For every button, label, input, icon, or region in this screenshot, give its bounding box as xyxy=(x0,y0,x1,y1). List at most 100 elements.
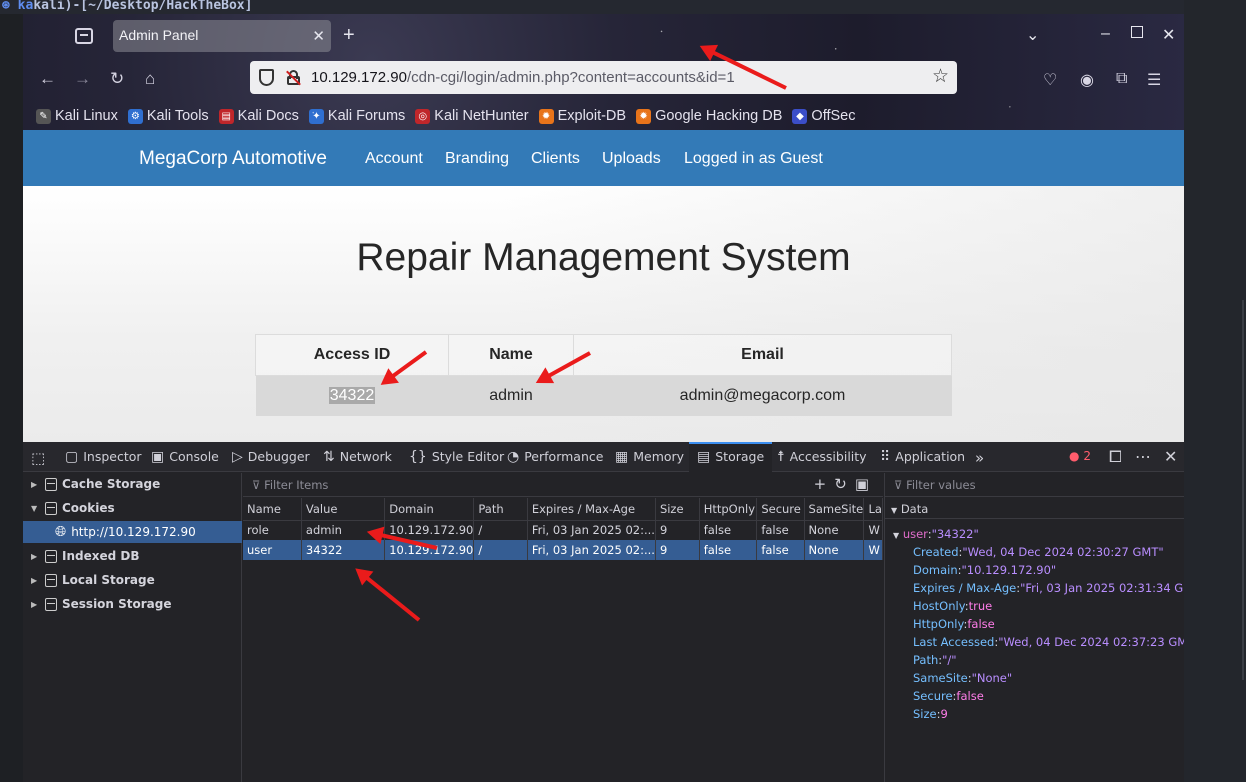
extensions-icon[interactable]: ⧉ xyxy=(1116,70,1127,88)
nav-uploads[interactable]: Uploads xyxy=(602,150,661,168)
data-root-entry[interactable]: ▼ user:"34322" xyxy=(893,527,979,541)
cell-samesite[interactable]: None xyxy=(804,520,865,540)
nav-account[interactable]: Account xyxy=(365,150,423,168)
cell-value[interactable]: 34322 xyxy=(301,540,386,560)
expand-arrow-icon[interactable]: ▶ xyxy=(31,552,40,561)
bookmark-kali-linux[interactable]: ✎ Kali Linux xyxy=(33,105,121,127)
url-bar[interactable]: 10.129.172.90/cdn-cgi/login/admin.php?co… xyxy=(250,61,957,94)
cell-size[interactable]: 9 xyxy=(655,520,700,540)
bookmark-kali-nethunter[interactable]: ◎ Kali NetHunter xyxy=(412,105,531,127)
close-window-icon[interactable]: ✕ xyxy=(1162,25,1175,45)
more-tabs-icon[interactable]: » xyxy=(975,442,984,472)
col-domain[interactable]: Domain xyxy=(384,498,475,521)
data-field[interactable]: HttpOnly:false xyxy=(913,617,995,631)
tab-debugger[interactable]: ▷ Debugger xyxy=(232,442,310,472)
minimize-icon[interactable]: – xyxy=(1101,25,1110,43)
element-picker-icon[interactable]: ⬚ xyxy=(31,442,45,472)
cell-expires[interactable]: Fri, 03 Jan 2025 02:... xyxy=(527,540,656,560)
col-expires[interactable]: Expires / Max-Age xyxy=(527,498,656,521)
tab-storage[interactable]: ▤ Storage xyxy=(689,442,773,472)
expand-arrow-icon[interactable]: ▶ xyxy=(31,480,40,489)
dock-icon[interactable]: ⧠ xyxy=(1109,447,1122,467)
tree-cache-storage[interactable]: ▶ Cache Storage xyxy=(23,473,242,495)
forward-icon[interactable]: → xyxy=(74,69,91,89)
expand-arrow-icon[interactable]: ▶ xyxy=(31,576,40,585)
tree-local-storage[interactable]: ▶ Local Storage xyxy=(23,569,242,591)
tab-accessibility[interactable]: ☨ Accessibility xyxy=(777,442,867,472)
tree-cookie-origin[interactable]: 🌐︎ http://10.129.172.90 xyxy=(23,521,242,543)
col-size[interactable]: Size xyxy=(655,498,700,521)
cell-last-accessed[interactable]: W xyxy=(863,540,883,560)
bookmark-kali-tools[interactable]: ⚙ Kali Tools xyxy=(125,105,212,127)
bookmark-offsec[interactable]: ◆ OffSec xyxy=(789,105,858,127)
tab-admin-panel[interactable]: Admin Panel ✕ xyxy=(113,20,331,52)
data-field[interactable]: Domain:"10.129.172.90" xyxy=(913,563,1056,577)
cell-samesite[interactable]: None xyxy=(804,540,865,560)
data-field[interactable]: SameSite:"None" xyxy=(913,671,1012,685)
bookmark-ghdb[interactable]: ✹ Google Hacking DB xyxy=(633,105,785,127)
pocket-icon[interactable]: ♡ xyxy=(1043,70,1057,90)
data-field[interactable]: Created:"Wed, 04 Dec 2024 02:30:27 GMT" xyxy=(913,545,1164,559)
data-field[interactable]: Secure:false xyxy=(913,689,984,703)
home-icon[interactable]: ⌂ xyxy=(145,69,155,89)
shield-icon[interactable] xyxy=(259,69,274,86)
error-badge[interactable]: ● 2 xyxy=(1069,449,1091,463)
bookmark-star-icon[interactable]: ☆ xyxy=(932,65,949,88)
nav-branding[interactable]: Branding xyxy=(445,150,509,168)
tree-cookies[interactable]: ▼ Cookies xyxy=(23,497,242,519)
filter-items-input[interactable]: ⊽ Filter Items +↻▣ xyxy=(243,473,883,497)
data-field[interactable]: Expires / Max-Age:"Fri, 03 Jan 2025 02:3… xyxy=(913,581,1184,595)
col-httponly[interactable]: HttpOnly xyxy=(699,498,758,521)
cell-path[interactable]: / xyxy=(473,520,528,540)
data-field[interactable]: Size:9 xyxy=(913,707,948,721)
tab-style-editor[interactable]: {} Style Editor xyxy=(409,442,504,472)
more-options-icon[interactable]: ⋯ xyxy=(1135,447,1151,466)
bookmark-kali-docs[interactable]: ▤ Kali Docs xyxy=(216,105,302,127)
col-path[interactable]: Path xyxy=(473,498,528,521)
expand-arrow-icon[interactable]: ▶ xyxy=(31,600,40,609)
col-samesite[interactable]: SameSite xyxy=(804,498,865,521)
col-last-accessed[interactable]: La xyxy=(863,498,883,521)
nav-clients[interactable]: Clients xyxy=(531,150,580,168)
cell-domain[interactable]: 10.129.172.90 xyxy=(384,540,475,560)
collapse-arrow-icon[interactable]: ▼ xyxy=(31,504,40,513)
bookmark-kali-forums[interactable]: ✦ Kali Forums xyxy=(306,105,408,127)
col-name[interactable]: Name xyxy=(243,498,302,521)
insecure-lock-icon[interactable] xyxy=(286,70,301,86)
add-item-icon[interactable]: + xyxy=(814,475,835,493)
tab-inspector[interactable]: ▢ Inspector xyxy=(65,442,142,472)
data-section-header[interactable]: ▼ Data xyxy=(885,497,1184,519)
col-value[interactable]: Value xyxy=(301,498,386,521)
new-tab-icon[interactable]: + xyxy=(343,24,355,47)
data-field[interactable]: Last Accessed:"Wed, 04 Dec 2024 02:37:23… xyxy=(913,635,1184,649)
tab-network[interactable]: ⇅ Network xyxy=(323,442,392,472)
close-devtools-icon[interactable]: ✕ xyxy=(1164,447,1177,466)
account-icon[interactable]: ◉ xyxy=(1080,70,1094,90)
nav-logged-in-user[interactable]: Logged in as Guest xyxy=(684,150,823,168)
tab-performance[interactable]: ◔ Performance xyxy=(507,442,603,472)
cell-name[interactable]: role xyxy=(243,520,302,540)
cell-secure[interactable]: false xyxy=(756,520,805,540)
site-brand[interactable]: MegaCorp Automotive xyxy=(139,148,327,170)
reload-icon[interactable]: ↻ xyxy=(110,69,124,89)
table-row[interactable]: role admin 10.129.172.90 / Fri, 03 Jan 2… xyxy=(243,520,883,540)
toggle-sidebar-icon[interactable]: ▣ xyxy=(855,475,877,493)
cell-path[interactable]: / xyxy=(473,540,528,560)
cell-httponly[interactable]: false xyxy=(699,540,758,560)
cell-size[interactable]: 9 xyxy=(655,540,700,560)
bookmark-exploit-db[interactable]: ✹ Exploit-DB xyxy=(536,105,630,127)
tab-application[interactable]: ⠿ Application xyxy=(880,442,965,472)
table-row[interactable]: user 34322 10.129.172.90 / Fri, 03 Jan 2… xyxy=(243,540,883,560)
filter-values-input[interactable]: ⊽ Filter values xyxy=(885,473,1184,497)
refresh-icon[interactable]: ↻ xyxy=(834,475,855,493)
maximize-icon[interactable] xyxy=(1131,26,1143,38)
menu-icon[interactable]: ☰ xyxy=(1147,70,1161,90)
tab-close-icon[interactable]: ✕ xyxy=(312,27,325,45)
col-secure[interactable]: Secure xyxy=(756,498,805,521)
data-field[interactable]: HostOnly:true xyxy=(913,599,992,613)
cell-secure[interactable]: false xyxy=(756,540,805,560)
tab-list-icon[interactable] xyxy=(75,28,93,44)
access-id-value[interactable]: 34322 xyxy=(328,386,376,404)
chevron-down-icon[interactable]: ⌄ xyxy=(1026,25,1039,45)
data-field[interactable]: Path:"/" xyxy=(913,653,957,667)
